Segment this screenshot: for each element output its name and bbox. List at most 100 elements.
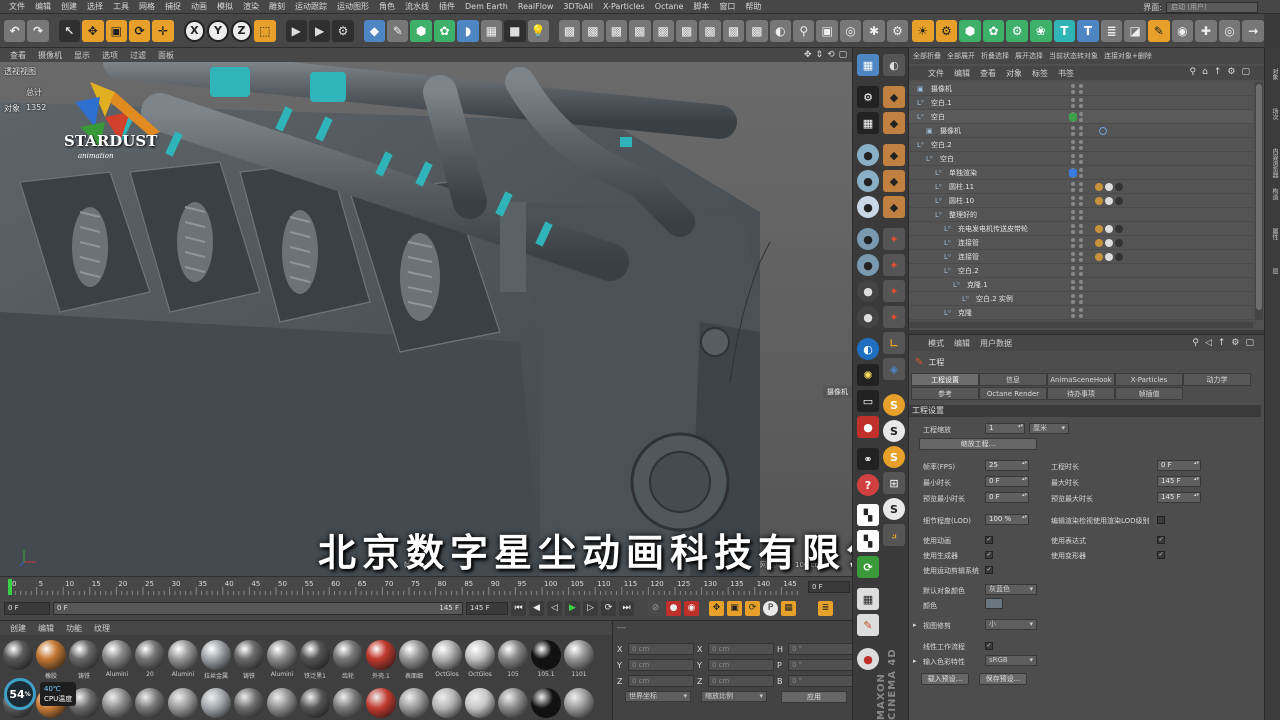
visibility-dots[interactable]	[1069, 292, 1085, 306]
om-top-button[interactable]: 当前状态转对象	[1049, 51, 1098, 61]
live-select-icon[interactable]: ✛	[152, 19, 174, 42]
points-icon[interactable]: ◆	[883, 112, 905, 134]
tweak-mode-icon[interactable]: ▩	[746, 19, 768, 42]
preview-max-field[interactable]: 145 F	[1157, 492, 1201, 503]
hierarchy-icon[interactable]: ⊞	[883, 472, 905, 494]
sphere3-icon[interactable]: ●	[857, 196, 879, 218]
manager-tab[interactable]: 层	[1267, 268, 1279, 274]
menu-item[interactable]: 文件	[4, 0, 30, 14]
magnet-icon[interactable]: ●	[857, 228, 879, 250]
coordinate-space-select[interactable]: 世界坐标	[625, 691, 691, 702]
material-swatch[interactable]	[365, 687, 397, 720]
visibility-dots[interactable]	[1069, 138, 1085, 152]
object-menu-item[interactable]: 文件	[923, 68, 949, 79]
menu-item[interactable]: 渲染	[238, 0, 264, 14]
material-swatch[interactable]	[464, 687, 496, 720]
material-swatch[interactable]: 20	[134, 639, 166, 683]
min-time-field[interactable]: 0 F	[985, 476, 1029, 487]
octane-live-icon[interactable]: ▣	[816, 19, 838, 42]
viewport-menu-item[interactable]: 面板	[152, 50, 180, 61]
menu-item[interactable]: 创建	[56, 0, 82, 14]
snap-enable-icon[interactable]: ⚲	[793, 19, 815, 42]
workplane-mode-icon[interactable]: ▩	[699, 19, 721, 42]
om-up-icon[interactable]: ↑	[1214, 67, 1222, 77]
brush-icon[interactable]: ✎	[1147, 19, 1170, 42]
snap-edge-icon[interactable]: ✦	[883, 280, 905, 302]
om-new-icon[interactable]: ▢	[1241, 67, 1250, 77]
menu-item[interactable]: Octane	[650, 0, 689, 14]
maximize-view-icon[interactable]: ▢	[839, 50, 848, 60]
object-row[interactable]: L⁰ 空白.2	[909, 264, 1253, 278]
perspective-viewport[interactable]: 透视视图 总计 对象 1352 STARDUST animation 摄像机 帧…	[0, 62, 852, 576]
object-row[interactable]: L⁰ 空白	[909, 152, 1253, 166]
snap-point-icon[interactable]: ✦	[883, 254, 905, 276]
coordinate-field[interactable]: 0 cm	[628, 675, 694, 687]
menu-item[interactable]: 工具	[108, 0, 134, 14]
xparticles-icon[interactable]: ✱	[863, 19, 885, 42]
s-plugin3-icon[interactable]: S	[883, 446, 905, 468]
s-plugin4-icon[interactable]: S	[883, 498, 905, 520]
pen-spline-icon[interactable]: ✎	[387, 19, 409, 42]
key-pla-icon[interactable]: ▦	[781, 600, 796, 616]
use-deformer-checkbox[interactable]: ✓	[1157, 551, 1165, 559]
menu-item[interactable]: 角色	[374, 0, 400, 14]
s-plugin-icon[interactable]: S	[883, 394, 905, 416]
material-swatch[interactable]: 1101	[563, 639, 595, 683]
manager-tab[interactable]: 构造	[1267, 188, 1279, 200]
snap-poly-icon[interactable]: ✦	[883, 306, 905, 328]
floor-scene-icon[interactable]: ▦	[480, 19, 503, 42]
attribute-tab[interactable]: 信息	[979, 373, 1047, 386]
checker-icon[interactable]: ▦	[857, 112, 879, 134]
axis-tool-icon[interactable]: ∟	[883, 332, 905, 354]
object-row[interactable]: L⁰ 充电发电机传送皮带轮	[909, 222, 1253, 236]
plugin-icon[interactable]: ◎	[839, 19, 862, 42]
sun-icon[interactable]: ☀	[912, 19, 934, 42]
am-search-icon[interactable]: ⚲	[1192, 338, 1199, 348]
coordinate-field[interactable]: 0 °	[788, 659, 854, 671]
material-swatch[interactable]	[431, 687, 463, 720]
object-row[interactable]: L⁰ 克隆	[909, 306, 1253, 320]
material-swatch[interactable]: Alumini	[266, 639, 298, 683]
preview-range-slider[interactable]: 0 F 145 F	[53, 601, 463, 615]
render-settings-icon[interactable]: ⚙	[332, 19, 354, 42]
om-top-button[interactable]: 展开选择	[1015, 51, 1043, 61]
menu-item[interactable]: 插件	[434, 0, 460, 14]
next-frame-icon[interactable]: ▷	[583, 600, 598, 616]
manager-tab[interactable]: 场次	[1267, 108, 1279, 120]
use-expression-checkbox[interactable]: ✓	[1157, 536, 1165, 544]
apply-button[interactable]: 应用	[781, 691, 847, 703]
attribute-menu-item[interactable]: 模式	[923, 338, 949, 349]
text-spline-icon[interactable]: T	[1077, 19, 1099, 42]
cube-primitive-icon[interactable]: ◆	[363, 19, 386, 42]
edges-mode-icon[interactable]: ▩	[629, 19, 651, 42]
manager-tab[interactable]: 对象	[1267, 68, 1279, 80]
align-icon[interactable]: ⟓	[883, 524, 905, 546]
material-swatch[interactable]	[134, 687, 166, 720]
object-row[interactable]: L⁰ 单独渲染	[909, 166, 1253, 180]
s-plugin2-icon[interactable]: S	[883, 420, 905, 442]
object-row[interactable]: L⁰ 圆柱.11	[909, 180, 1253, 194]
attribute-menu-item[interactable]: 编辑	[949, 338, 975, 349]
am-new-icon[interactable]: ▢	[1245, 338, 1254, 348]
deformer-icon[interactable]: ◗	[457, 19, 479, 42]
sphere-icon[interactable]: ●	[857, 144, 879, 166]
menu-item[interactable]: 捕捉	[160, 0, 186, 14]
sculpt-icon[interactable]: ●	[857, 254, 879, 276]
om-search-icon[interactable]: ⚲	[1190, 67, 1197, 77]
axis-mode-icon[interactable]: ▩	[722, 19, 745, 42]
material-swatch[interactable]: 外壳.1	[365, 639, 397, 683]
zoom-view-icon[interactable]: ⇕	[816, 50, 824, 60]
cloner-green-icon[interactable]: ⬢	[959, 19, 981, 42]
arrow-right-icon[interactable]: →	[1242, 19, 1264, 42]
am-up-icon[interactable]: ↑	[1218, 338, 1226, 348]
lock-checker-icon[interactable]: ▦	[857, 588, 879, 610]
end-frame-field[interactable]: 145 F	[466, 601, 508, 615]
object-menu-item[interactable]: 书签	[1053, 68, 1079, 79]
material-menu-item[interactable]: 创建	[4, 623, 32, 634]
material-swatch[interactable]	[200, 687, 232, 720]
object-row[interactable]: ▣ 摄像机	[909, 82, 1253, 96]
attribute-tab[interactable]: X-Particles	[1115, 373, 1183, 386]
menu-item[interactable]: 3DToAll	[558, 0, 598, 14]
menu-item[interactable]: 脚本	[688, 0, 714, 14]
octane-settings-icon[interactable]: ⚙	[935, 19, 958, 42]
